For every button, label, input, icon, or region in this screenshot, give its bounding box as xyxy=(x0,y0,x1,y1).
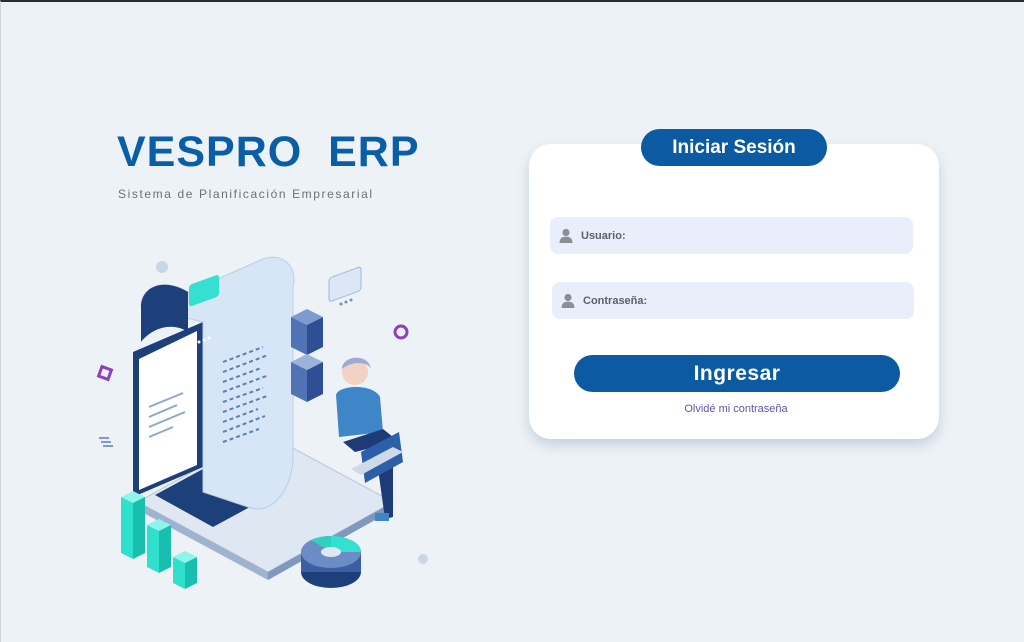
password-input[interactable] xyxy=(651,282,914,319)
username-field[interactable]: Usuario: xyxy=(550,217,913,254)
erp-illustration xyxy=(96,256,428,589)
username-input[interactable] xyxy=(629,217,913,254)
user-icon xyxy=(561,293,575,308)
login-title: Iniciar Sesión xyxy=(641,129,827,166)
username-label: Usuario: xyxy=(581,229,626,242)
brand-title: VESPRO ERP xyxy=(117,128,420,176)
password-label: Contraseña: xyxy=(583,294,648,307)
user-icon xyxy=(559,228,573,243)
brand-subtitle: Sistema de Planificación Empresarial xyxy=(118,187,374,201)
forgot-password-link[interactable]: Olvidé mi contraseña xyxy=(641,403,831,415)
app-window: VESPRO ERP Sistema de Planificación Empr… xyxy=(0,0,1024,642)
login-button[interactable]: Ingresar xyxy=(574,355,900,392)
password-field[interactable]: Contraseña: xyxy=(552,282,914,319)
